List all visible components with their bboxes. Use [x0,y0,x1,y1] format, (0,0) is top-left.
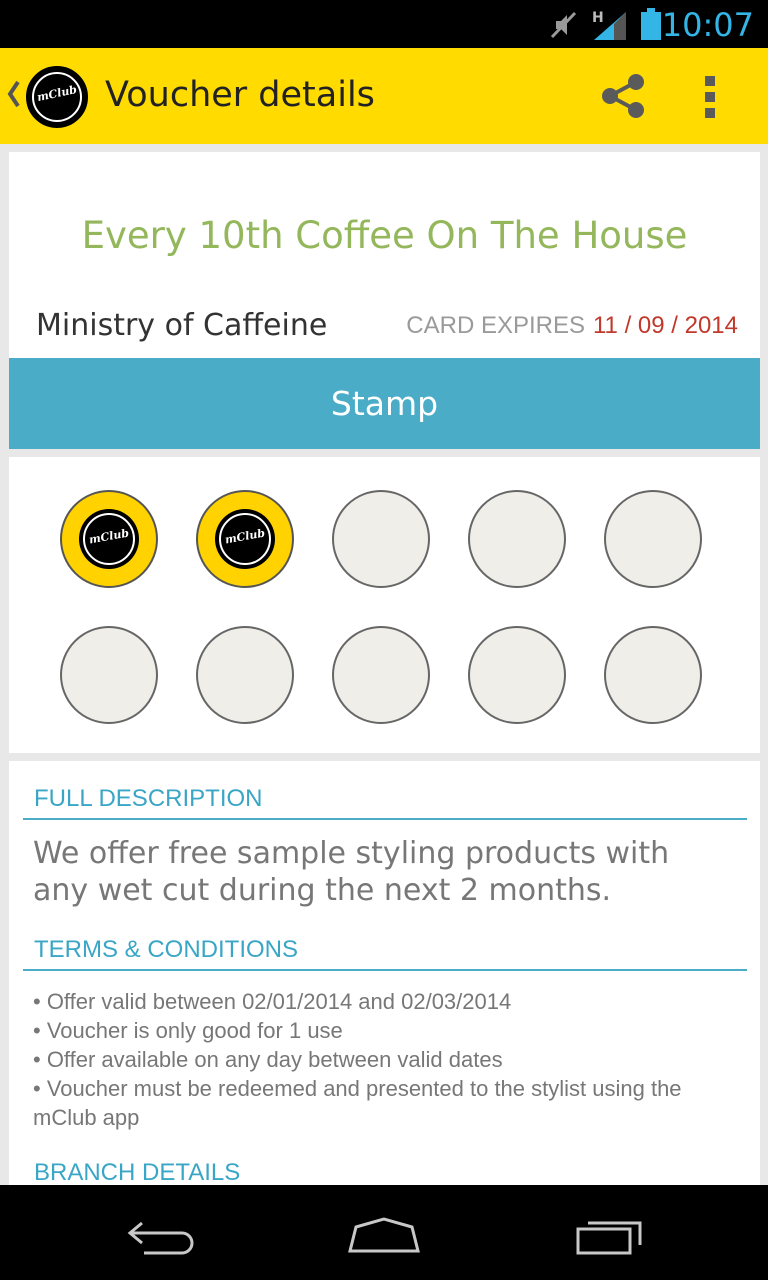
terms-item: • Voucher is only good for 1 use [33,1018,343,1043]
voucher-title: Every 10th Coffee On The House [81,214,688,257]
stamp-slot-empty [604,626,702,724]
signal-icon: H [592,10,626,40]
card-expiry: CARD EXPIRES 11 / 09 / 2014 [406,312,738,340]
app-logo[interactable]: mClub [26,66,88,128]
navigation-bar [0,1185,768,1280]
merchant-name: Ministry of Caffeine [36,308,328,343]
expiry-date: 11 / 09 / 2014 [592,312,738,339]
branch-details-heading[interactable]: BRANCH DETAILS [34,1159,240,1187]
back-chevron-icon[interactable] [6,78,22,110]
battery-icon [641,8,661,40]
stamp-slot-filled: mClub [196,490,294,588]
details-card: FULL DESCRIPTION We offer free sample st… [9,761,760,1191]
status-bar: H 10:07 [0,0,768,48]
stamp-slot-empty [604,490,702,588]
stamp-slot-empty [332,490,430,588]
action-bar: mClub Voucher details [0,48,768,144]
page-title: Voucher details [105,75,375,115]
stamp-slot-empty [468,626,566,724]
expiry-label: CARD EXPIRES [406,312,585,339]
full-description-heading: FULL DESCRIPTION [34,785,263,812]
stamp-slot-empty [468,490,566,588]
network-type-label: H [592,10,604,26]
overflow-menu-icon[interactable] [698,74,724,120]
stamp-slot-empty [60,626,158,724]
terms-list: • Offer valid between 02/01/2014 and 02/… [33,987,733,1132]
terms-item: • Voucher must be redeemed and presented… [33,1076,682,1130]
stamp-button[interactable]: Stamp [9,358,760,449]
clock: 10:07 [661,6,754,44]
full-description: We offer free sample styling products wi… [33,836,670,908]
recents-icon[interactable] [574,1215,646,1255]
share-icon[interactable] [598,70,650,122]
voucher-card: Every 10th Coffee On The House Ministry … [9,152,760,358]
section-divider [23,818,747,820]
stamp-slot-empty [332,626,430,724]
mute-icon [550,11,577,39]
terms-heading: TERMS & CONDITIONS [34,936,299,963]
home-icon[interactable] [346,1215,422,1255]
terms-item: • Offer available on any day between val… [33,1047,503,1072]
mclub-logo-icon: mClub [79,509,139,569]
terms-item: • Offer valid between 02/01/2014 and 02/… [33,989,512,1014]
mclub-logo-icon: mClub [215,509,275,569]
section-divider [23,969,747,971]
stamp-grid: mClub mClub [9,457,760,753]
stamp-slot-filled: mClub [60,490,158,588]
back-icon[interactable] [124,1217,196,1255]
stamp-slot-empty [196,626,294,724]
